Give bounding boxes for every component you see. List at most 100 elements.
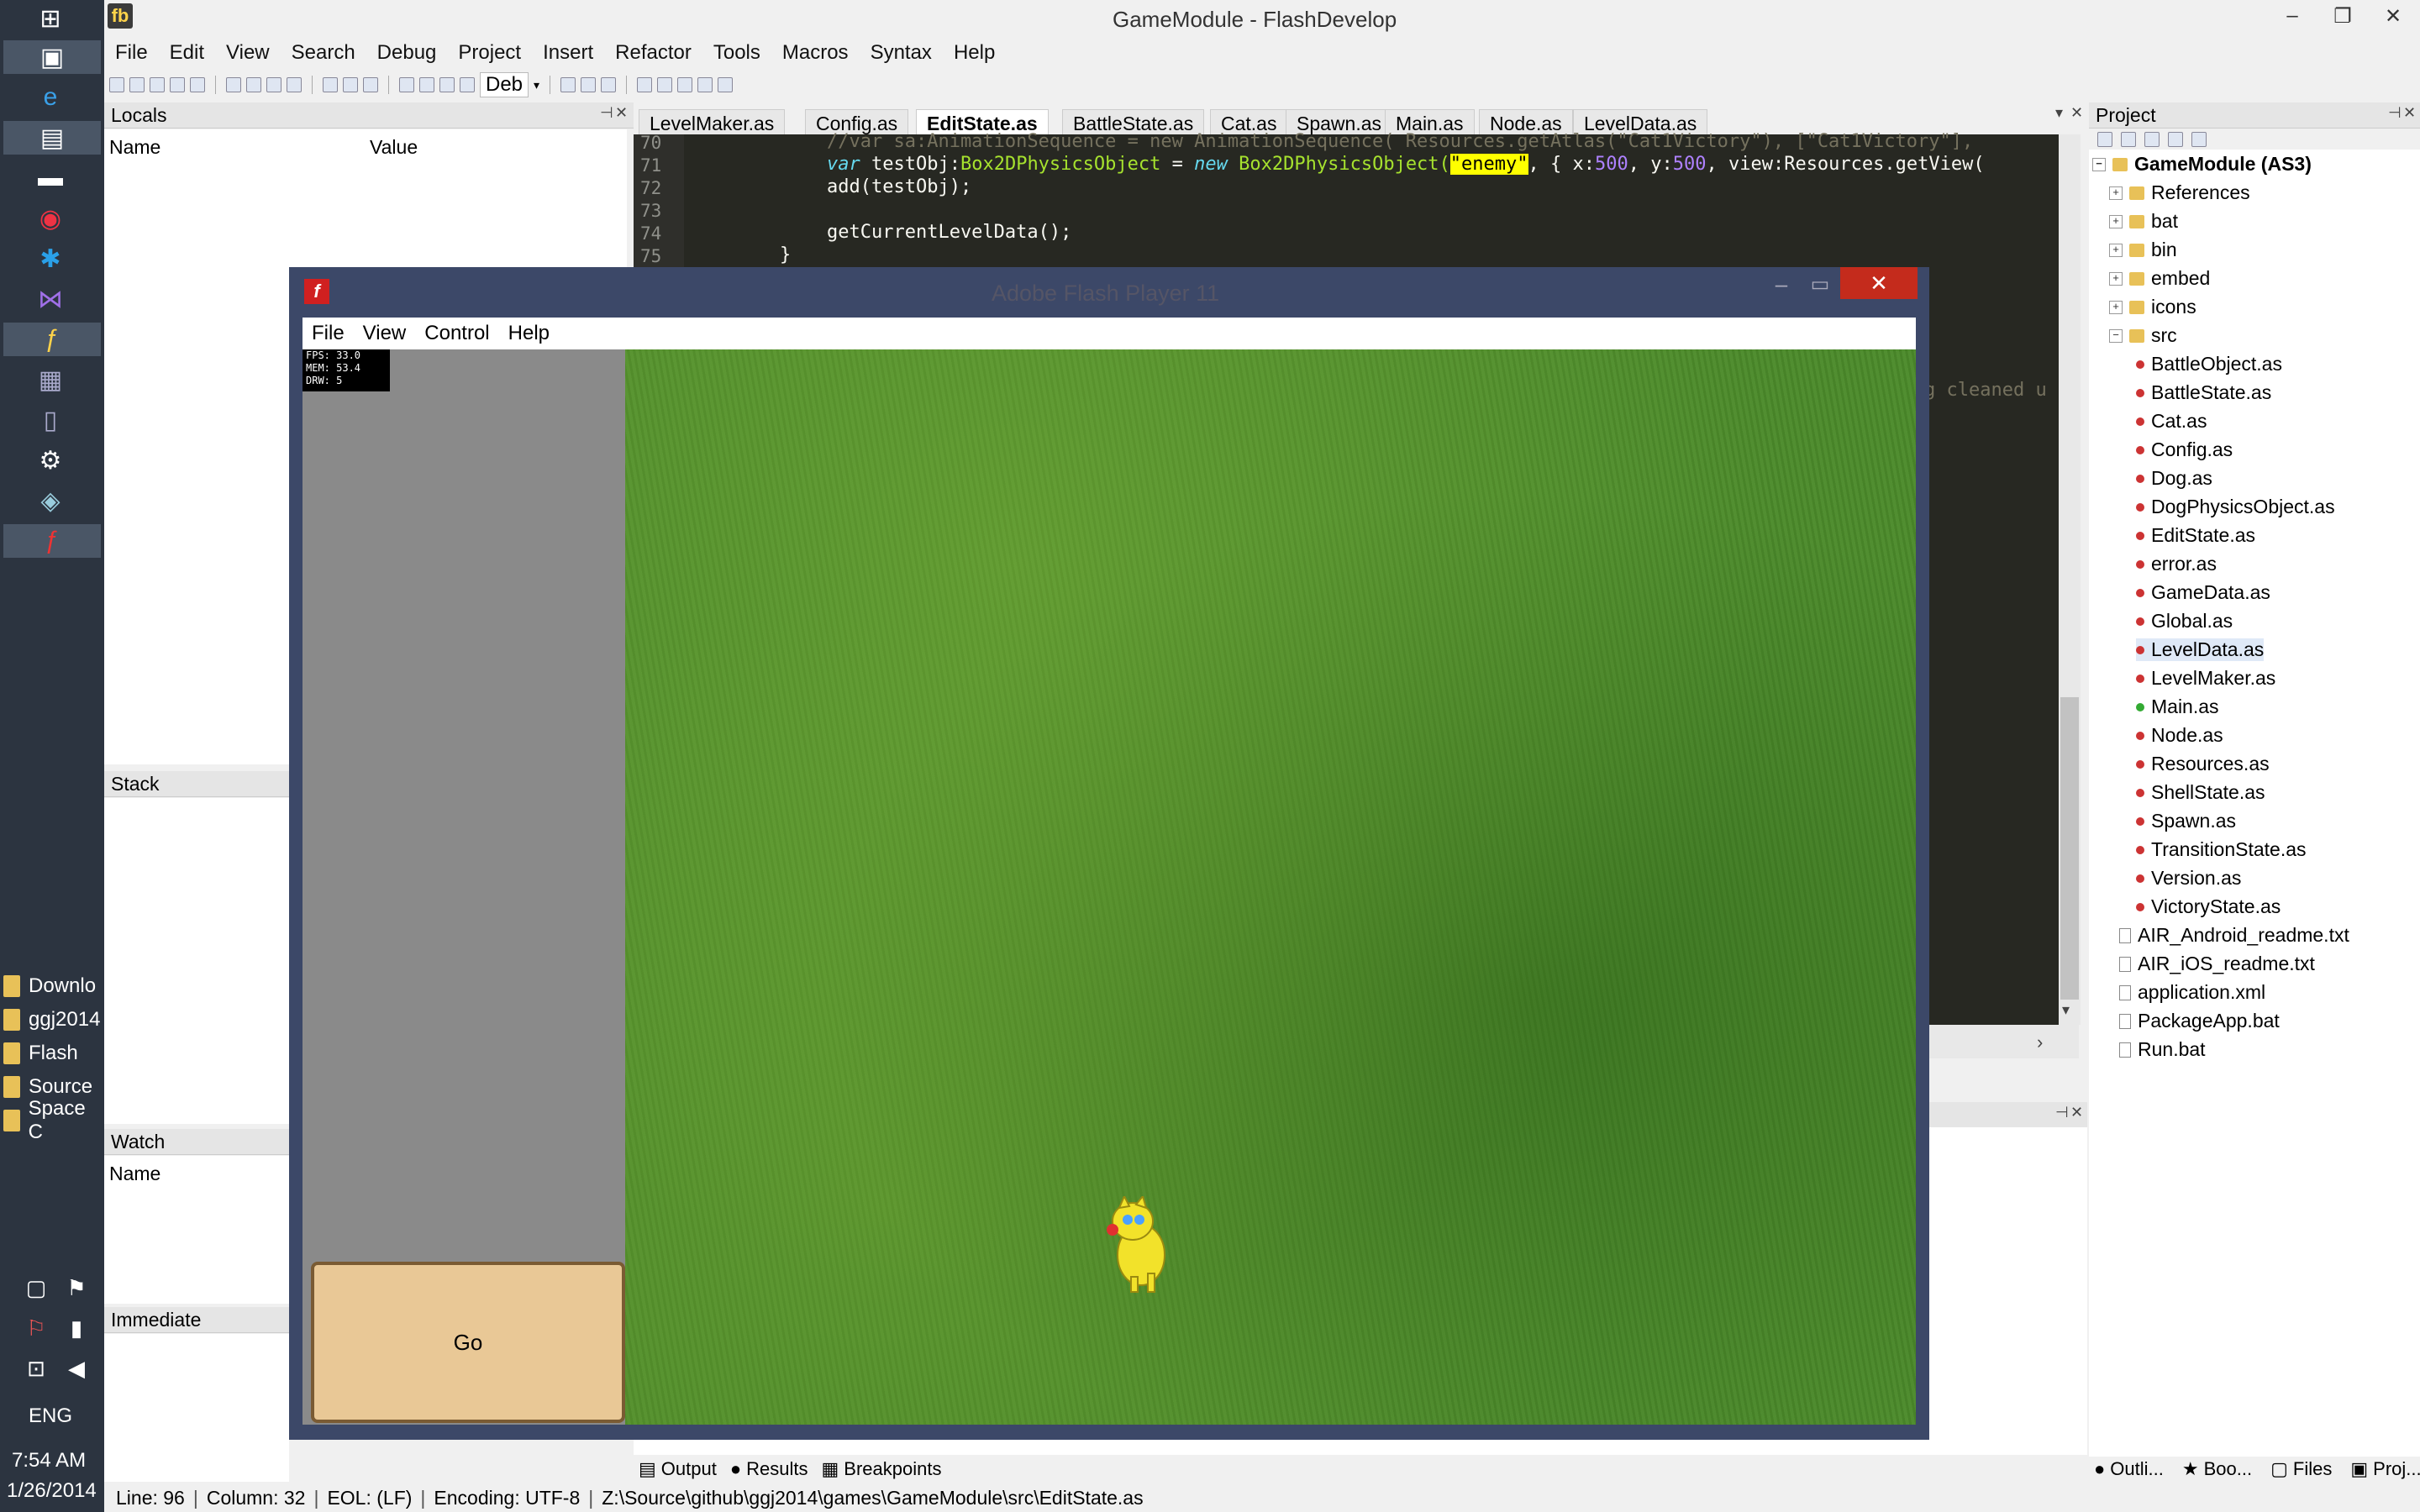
refresh-tree-icon[interactable] xyxy=(2097,132,2112,147)
notepad-icon[interactable]: ▯ xyxy=(25,403,76,437)
taskbar-folder[interactable]: Space C xyxy=(3,1097,104,1143)
pin-icon[interactable]: ⊣ xyxy=(2388,104,2402,122)
taskbar-folder[interactable]: Flash xyxy=(3,1037,78,1070)
tree-file[interactable]: application.xml xyxy=(2119,981,2265,1004)
tray-flag-icon[interactable]: ⚐ xyxy=(22,1314,50,1342)
tree-folder[interactable]: + bin xyxy=(2109,239,2177,261)
tree-file[interactable]: DogPhysicsObject.as xyxy=(2136,496,2335,518)
tree-file[interactable]: Config.as xyxy=(2136,438,2233,461)
taskbar-app-icon[interactable]: ▣ xyxy=(3,40,101,74)
flash-menu-control[interactable]: Control xyxy=(415,322,498,345)
tree-file[interactable]: error.as xyxy=(2136,553,2217,575)
tab-output[interactable]: ▤ Output xyxy=(639,1458,717,1480)
flash-close-button[interactable]: ✕ xyxy=(1840,267,1918,299)
menu-insert[interactable]: Insert xyxy=(532,41,604,65)
menu-help[interactable]: Help xyxy=(943,41,1006,65)
clock-date[interactable]: 1/26/2014 xyxy=(7,1479,97,1503)
paint-icon[interactable]: ▦ xyxy=(25,363,76,396)
save-icon[interactable] xyxy=(150,77,165,92)
restore-button[interactable]: ❐ xyxy=(2326,3,2360,29)
tree-file[interactable]: AIR_iOS_readme.txt xyxy=(2119,953,2315,975)
expand-icon[interactable]: + xyxy=(2109,271,2123,286)
menu-project[interactable]: Project xyxy=(447,41,532,65)
expand-icon[interactable]: + xyxy=(2109,243,2123,257)
pause-icon[interactable] xyxy=(718,77,734,92)
tree-folder[interactable]: + icons xyxy=(2109,296,2196,318)
test-movie-icon[interactable] xyxy=(419,77,434,92)
build-config-select[interactable]: Deb xyxy=(480,72,529,97)
flash-minimize-button[interactable]: – xyxy=(1765,269,1798,299)
game-grass-field[interactable] xyxy=(625,349,1916,1425)
menu-edit[interactable]: Edit xyxy=(159,41,215,65)
go-button[interactable]: Go xyxy=(311,1262,625,1423)
tree-file[interactable]: Cat.as xyxy=(2136,410,2207,433)
flash-maximize-button[interactable]: ▭ xyxy=(1803,269,1837,299)
internet-explorer-icon[interactable]: e xyxy=(25,81,76,114)
file-explorer-icon[interactable]: ▤ xyxy=(3,121,101,155)
tree-file[interactable]: BattleState.as xyxy=(2136,381,2271,404)
clock-time[interactable]: 7:54 AM xyxy=(12,1449,86,1473)
add-item-icon[interactable] xyxy=(2121,132,2136,147)
tab-outline[interactable]: ● Outli... xyxy=(2094,1458,2164,1480)
flash-player-taskbar-icon[interactable]: ƒ xyxy=(3,524,101,558)
menu-file[interactable]: File xyxy=(104,41,159,65)
tree-folder[interactable]: + References xyxy=(2109,181,2250,204)
expand-icon[interactable]: + xyxy=(2109,300,2123,314)
collapse-icon[interactable] xyxy=(2144,132,2160,147)
volume-icon[interactable]: ◀ xyxy=(62,1354,91,1383)
chevron-down-icon[interactable]: ▾ xyxy=(534,78,539,92)
tree-file[interactable]: GameData.as xyxy=(2136,581,2270,604)
tree-file[interactable]: AIR_Android_readme.txt xyxy=(2119,924,2349,947)
tab-files[interactable]: ▢ Files xyxy=(2270,1458,2332,1480)
collapse-icon[interactable]: − xyxy=(2109,328,2123,343)
show-hidden-icon[interactable] xyxy=(2168,132,2183,147)
flashdevelop-icon[interactable]: fb xyxy=(108,3,133,29)
tab-bookmarks[interactable]: ★ Boo... xyxy=(2182,1458,2252,1480)
tree-folder[interactable]: + bat xyxy=(2109,210,2178,233)
scrollbar-thumb[interactable] xyxy=(2060,697,2079,1000)
flash-player-icon[interactable]: f xyxy=(304,279,329,304)
tool-icon[interactable]: ◈ xyxy=(25,484,76,517)
flashdevelop-taskbar-icon[interactable]: ƒ xyxy=(3,323,101,356)
pin-icon[interactable]: ⊣ xyxy=(2055,1104,2069,1121)
tree-file[interactable]: TransitionState.as xyxy=(2136,838,2307,861)
menu-debug[interactable]: Debug xyxy=(366,41,448,65)
menu-macros[interactable]: Macros xyxy=(771,41,860,65)
close-tab-icon[interactable]: ✕ xyxy=(2070,104,2083,122)
taskbar-folder[interactable]: ggj2014 xyxy=(3,1003,100,1037)
show-desktop-icon[interactable]: ▢ xyxy=(22,1273,50,1302)
tabs-dropdown-icon[interactable]: ▾ xyxy=(2055,104,2063,122)
step-icon[interactable] xyxy=(560,77,576,92)
step-over-icon[interactable] xyxy=(581,77,597,92)
close-icon[interactable]: ✕ xyxy=(2070,1104,2083,1121)
menu-tools[interactable]: Tools xyxy=(702,41,771,65)
taskbar-folder[interactable]: Downlo xyxy=(3,969,96,1003)
tray-network-icon[interactable]: ⚑ xyxy=(62,1273,91,1302)
close-icon[interactable]: ✕ xyxy=(2403,104,2416,122)
language-indicator[interactable]: ENG xyxy=(29,1404,72,1428)
menu-syntax[interactable]: Syntax xyxy=(860,41,943,65)
tree-file[interactable]: PackageApp.bat xyxy=(2119,1010,2280,1032)
flash-menu-help[interactable]: Help xyxy=(499,322,559,345)
run-icon[interactable] xyxy=(637,77,653,92)
tree-file[interactable]: Resources.as xyxy=(2136,753,2270,775)
locals-col-value[interactable]: Value xyxy=(370,136,418,159)
tree-file[interactable]: LevelMaker.as xyxy=(2136,667,2275,690)
tab-project[interactable]: ▣ Proj... xyxy=(2350,1458,2420,1480)
expand-icon[interactable]: + xyxy=(2109,214,2123,228)
step-out-icon[interactable] xyxy=(677,77,693,92)
bookmark-clear-icon[interactable] xyxy=(287,77,302,92)
layout-icon[interactable] xyxy=(343,77,358,92)
scroll-down-icon[interactable]: ▾ xyxy=(2062,1001,2070,1019)
tree-file-selected[interactable]: LevelData.as xyxy=(2136,638,2265,661)
tree-file[interactable]: Spawn.as xyxy=(2136,810,2236,832)
cat-sprite[interactable] xyxy=(1101,1196,1178,1294)
properties-icon[interactable] xyxy=(2191,132,2207,147)
refresh-icon[interactable] xyxy=(363,77,378,92)
terminal-icon[interactable]: ▬ xyxy=(25,161,76,195)
terminal-tool-icon[interactable] xyxy=(323,77,338,92)
expand-icon[interactable]: + xyxy=(2109,186,2123,200)
collapse-icon[interactable]: − xyxy=(2092,157,2106,171)
close-icon[interactable]: ✕ xyxy=(615,104,628,122)
tree-root[interactable]: − GameModule (AS3) xyxy=(2092,153,2312,176)
